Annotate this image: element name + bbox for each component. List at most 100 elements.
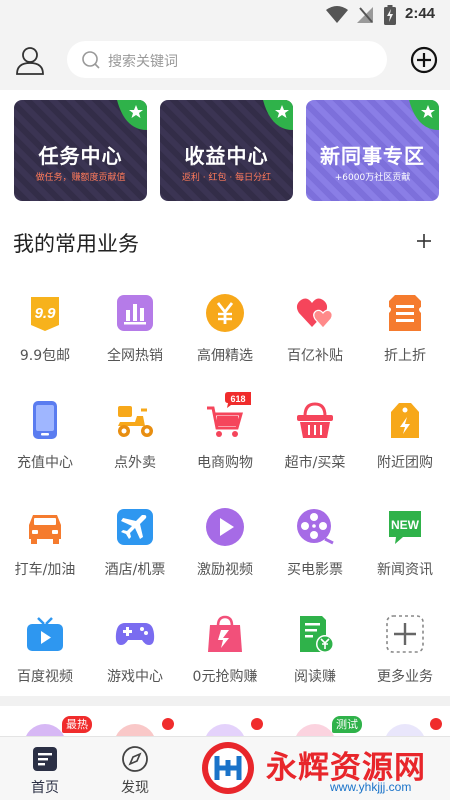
phone-icon: [33, 401, 57, 439]
play-icon: [206, 508, 244, 546]
service-item[interactable]: 高佣精选: [180, 293, 270, 383]
peek-item[interactable]: [24, 724, 66, 736]
test-tag: 测试: [332, 716, 362, 733]
service-item[interactable]: 更多业务: [360, 614, 450, 704]
scooter-icon: [118, 406, 153, 437]
yen-coin-icon: [206, 294, 244, 332]
service-label: 打车/加油: [14, 562, 76, 578]
user-avatar-icon[interactable]: [14, 44, 46, 76]
top-bar: 搜索关键词: [0, 30, 450, 90]
service-label: 折上折: [384, 348, 426, 364]
add-circle-icon[interactable]: [410, 46, 438, 74]
tab-discover[interactable]: 发现: [90, 745, 180, 797]
compass-icon: [122, 746, 148, 772]
ticket-icon: [389, 295, 421, 331]
shopping-bag-icon: [208, 615, 242, 652]
tab-home[interactable]: 首页: [0, 745, 90, 797]
service-item[interactable]: 激励视频: [180, 507, 270, 597]
tab-label: 发现: [121, 780, 149, 796]
peek-item[interactable]: [114, 724, 156, 736]
service-item[interactable]: 点外卖: [90, 400, 180, 490]
search-icon: [82, 51, 100, 69]
plus-icon[interactable]: [414, 231, 434, 251]
new-badge-icon: NEW: [389, 511, 421, 544]
service-label: 新闻资讯: [377, 562, 433, 578]
banner-title: 任务中心: [38, 144, 123, 168]
service-item[interactable]: 618 电商购物: [180, 392, 270, 490]
status-bar: 2:44: [0, 0, 450, 30]
price-tag-icon: [391, 403, 419, 438]
banner-task-center[interactable]: 任务中心 做任务，赚额度贡献值: [14, 100, 147, 201]
bar-chart-icon: [117, 295, 153, 331]
service-item[interactable]: 游戏中心: [90, 614, 180, 704]
car-icon: [29, 515, 61, 544]
svg-text:NEW: NEW: [391, 518, 420, 532]
watermark-logo: 永辉资源网 www.yhkjjj.com: [200, 738, 450, 800]
peek-item[interactable]: [204, 724, 246, 736]
service-item[interactable]: 折上折: [360, 293, 450, 383]
watermark-url: www.yhkjjj.com: [330, 780, 412, 794]
badge-618: 618: [225, 392, 251, 408]
signal-icon: [357, 7, 373, 23]
service-item[interactable]: 0元抢购赚: [180, 614, 270, 704]
search-placeholder: 搜索关键词: [108, 54, 178, 70]
airplane-icon: [117, 509, 153, 545]
banner-new-colleague[interactable]: 新同事专区 +6000万社区贡献: [306, 100, 439, 201]
main-content: 任务中心 做任务，赚额度贡献值 收益中心 返利 · 红包 · 每日分红 新同事专…: [0, 90, 450, 696]
service-item[interactable]: NEW 新闻资讯: [360, 507, 450, 597]
service-label: 百亿补贴: [287, 348, 343, 364]
service-label: 百度视频: [17, 669, 73, 685]
basket-icon: [297, 402, 333, 438]
banner-subtitle: 做任务，赚额度贡献值: [35, 173, 126, 183]
more-plus-icon: [386, 615, 424, 653]
svg-text:9.9: 9.9: [35, 305, 57, 322]
service-item[interactable]: 9.9 9.9包邮: [0, 293, 90, 383]
service-label: 电商购物: [197, 455, 253, 471]
section-title: 我的常用业务: [13, 232, 139, 256]
service-label: 0元抢购赚: [192, 669, 258, 685]
divider: [0, 696, 450, 706]
red-dot: [251, 718, 263, 730]
hot-tag: 最热: [62, 716, 92, 733]
tv-icon: [27, 617, 63, 651]
service-item[interactable]: 买电影票: [270, 507, 360, 597]
service-label: 阅读赚: [294, 669, 336, 685]
badge-text: 618: [230, 394, 245, 404]
service-item[interactable]: 超市/买菜: [270, 400, 360, 490]
service-label: 激励视频: [197, 562, 253, 578]
status-time: 2:44: [405, 5, 436, 22]
service-label: 全网热销: [107, 348, 163, 364]
banner-subtitle: +6000万社区贡献: [334, 173, 411, 183]
service-item[interactable]: 附近团购: [360, 400, 450, 490]
gamepad-icon: [115, 623, 155, 645]
wifi-icon: [326, 6, 348, 23]
watermark-emblem-icon: [202, 742, 254, 794]
star-corner-icon: [409, 100, 439, 130]
banner-income-center[interactable]: 收益中心 返利 · 红包 · 每日分红: [160, 100, 293, 201]
service-item[interactable]: 酒店/机票: [90, 507, 180, 597]
nine-nine-icon: 9.9: [31, 297, 59, 331]
service-item[interactable]: 全网热销: [90, 293, 180, 383]
service-label: 点外卖: [114, 455, 156, 471]
service-label: 充值中心: [17, 455, 73, 471]
peek-item[interactable]: [294, 724, 336, 736]
service-item[interactable]: 百亿补贴: [270, 293, 360, 383]
service-label: 买电影票: [287, 562, 343, 578]
tab-label: 首页: [31, 780, 59, 796]
banner-title: 收益中心: [184, 144, 269, 168]
film-reel-icon: [297, 509, 334, 545]
red-dot: [430, 718, 442, 730]
search-bar[interactable]: 搜索关键词: [67, 41, 387, 78]
service-item[interactable]: 百度视频: [0, 614, 90, 704]
service-item[interactable]: 阅读赚: [270, 614, 360, 704]
hearts-icon: [296, 298, 333, 329]
service-label: 游戏中心: [107, 669, 163, 685]
peek-item[interactable]: [384, 724, 426, 736]
battery-charging-icon: [384, 5, 396, 25]
service-item[interactable]: 打车/加油: [0, 507, 90, 597]
star-corner-icon: [263, 100, 293, 130]
service-label: 高佣精选: [197, 348, 253, 364]
star-corner-icon: [117, 100, 147, 130]
banner-title: 新同事专区: [320, 144, 425, 168]
service-item[interactable]: 充值中心: [0, 400, 90, 490]
